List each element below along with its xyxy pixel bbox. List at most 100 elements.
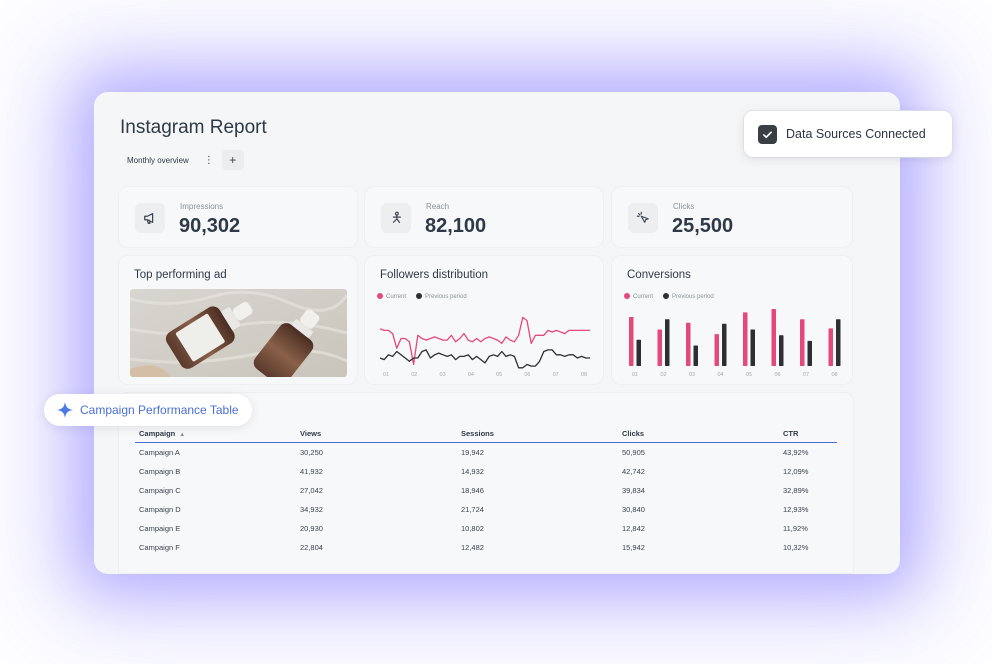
kpi-label: Clicks [673, 202, 695, 211]
bar-current-06[interactable] [771, 309, 777, 366]
x-tick-label: 08 [581, 372, 587, 378]
table-cell: 30,250 [300, 448, 323, 457]
table-cell: Campaign C [139, 486, 181, 495]
table-cell: 11,92% [783, 524, 808, 533]
bar-previous-06[interactable] [779, 335, 784, 366]
x-tick-label: 02 [411, 372, 417, 378]
column-header-views[interactable]: Views [296, 429, 457, 443]
bar-current-08[interactable] [828, 328, 834, 366]
add-page-button[interactable]: + [221, 150, 244, 170]
x-tick-label: 04 [717, 372, 723, 378]
x-tick-label: 01 [383, 372, 389, 378]
table-cell: 14,932 [461, 467, 484, 476]
x-tick-label: 05 [746, 372, 752, 378]
kpi-card-reach[interactable]: Reach 82,100 [364, 186, 604, 248]
bar-previous-02[interactable] [665, 319, 670, 366]
bar-current-05[interactable] [743, 312, 748, 366]
column-header-ctr[interactable]: CTR [779, 429, 837, 443]
table-row[interactable]: Campaign C 27,042 18,946 39,834 32,89% [135, 481, 837, 500]
table-cell: Campaign B [139, 467, 181, 476]
checkmark-icon [758, 124, 777, 144]
megaphone-icon [135, 203, 165, 233]
sort-ascending-icon[interactable]: ▲ [179, 432, 185, 438]
table-row[interactable]: Campaign F 22,804 12,482 15,942 10,32% [135, 538, 837, 557]
bar-previous-04[interactable] [722, 323, 727, 366]
bar-previous-01[interactable] [636, 339, 642, 366]
data-sources-connected-badge[interactable]: Data Sources Connected [744, 111, 952, 157]
x-tick-label: 01 [632, 372, 638, 378]
table-cell: 43,92% [783, 448, 809, 457]
table-cell: 41,932 [300, 467, 323, 476]
table-cell: Campaign E [139, 524, 181, 533]
x-tick-label: 03 [689, 372, 695, 378]
column-header-sessions[interactable]: Sessions [457, 429, 618, 443]
x-tick-label: 02 [660, 372, 666, 378]
panel-conversions[interactable]: Conversions Current Previous period 01 02… [611, 255, 853, 385]
bar-current-04[interactable] [714, 334, 720, 366]
x-tick-label: 07 [553, 372, 559, 378]
table-cell: 50,905 [622, 448, 645, 457]
table-cell: 21,724 [461, 505, 484, 514]
bar-previous-05[interactable] [750, 329, 756, 367]
bar-previous-03[interactable] [693, 345, 699, 367]
table-cell: 12,842 [622, 524, 645, 533]
table-row[interactable]: Campaign E 20,930 10,802 12,842 11,92% [135, 519, 837, 538]
x-tick-label: 05 [496, 372, 502, 378]
table-row[interactable]: Campaign B 41,932 14,932 42,742 12,09% [135, 462, 837, 481]
bar-current-07[interactable] [800, 319, 805, 366]
table-cell: 32,89% [783, 486, 809, 495]
kpi-value: 82,100 [425, 215, 487, 237]
table-row[interactable]: Campaign A 30,250 19,942 50,905 43,92% [135, 443, 837, 463]
table-cell: 19,942 [461, 448, 484, 457]
table-cell: Campaign A [139, 448, 180, 457]
panel-title: Top performing ad [134, 269, 227, 281]
column-header-campaign[interactable]: Campaign ▲ [135, 429, 296, 443]
x-tick-label: 07 [803, 372, 809, 378]
x-tick-label: 06 [524, 372, 530, 378]
page-title: Instagram Report [120, 117, 267, 138]
kpi-value: 90,302 [179, 215, 241, 237]
table-cell: 22,804 [300, 543, 323, 552]
table-cell: 12,482 [461, 543, 484, 552]
kpi-card-impressions[interactable]: Impressions 90,302 [118, 186, 358, 248]
campaign-table: Campaign ▲ Views Sessions Clicks CTR Camp… [135, 429, 837, 557]
ad-image[interactable] [130, 289, 347, 377]
tab-monthly-overview[interactable]: Monthly overview [120, 152, 196, 169]
series-line-current[interactable] [379, 316, 590, 366]
x-tick-label: 06 [774, 372, 780, 378]
header-label: Campaign [139, 429, 176, 438]
table-header-row: Campaign ▲ Views Sessions Clicks CTR [135, 429, 837, 443]
more-options-icon[interactable]: ⋮ [204, 155, 214, 166]
campaign-performance-table-badge[interactable]: Campaign Performance Table [44, 394, 252, 426]
x-tick-label: 03 [440, 372, 446, 378]
table-cell: Campaign D [139, 505, 181, 514]
bar-current-02[interactable] [657, 329, 663, 367]
bar-previous-08[interactable] [836, 319, 841, 366]
report-canvas: Instagram Report Monthly overview ⋮ + Im… [94, 92, 900, 574]
table-cell: 30,840 [622, 505, 645, 514]
table-cell: 18,946 [461, 486, 484, 495]
kpi-label: Reach [426, 202, 450, 211]
table-cell: 20,930 [300, 524, 323, 533]
kpi-card-clicks[interactable]: Clicks 25,500 [611, 186, 853, 248]
panel-top-ad[interactable]: Top performing ad [118, 255, 358, 385]
column-header-clicks[interactable]: Clicks [618, 429, 779, 443]
table-cell: Campaign F [139, 543, 180, 552]
table-row[interactable]: Campaign D 34,932 21,724 30,840 12,93% [135, 500, 837, 519]
followers-line-chart[interactable]: 01 02 03 04 05 06 07 08 [365, 256, 605, 386]
person-reach-icon [381, 203, 411, 233]
panel-followers-distribution[interactable]: Followers distribution Current Previous … [364, 255, 604, 385]
conversions-bar-chart[interactable]: 01 02 03 04 05 06 07 08 [612, 256, 854, 386]
table-cell: 34,932 [300, 505, 323, 514]
table-cell: 42,742 [622, 467, 645, 476]
page-tabs: Monthly overview ⋮ + [120, 150, 244, 170]
bar-previous-07[interactable] [807, 340, 813, 366]
cursor-click-icon [628, 203, 658, 233]
bar-current-03[interactable] [686, 322, 691, 366]
x-tick-label: 04 [468, 372, 474, 378]
bar-current-01[interactable] [629, 317, 634, 366]
kpi-value: 25,500 [672, 215, 734, 237]
sparkle-icon [56, 401, 74, 419]
table-cell: 15,942 [622, 543, 645, 552]
data-sources-label: Data Sources Connected [786, 127, 926, 141]
